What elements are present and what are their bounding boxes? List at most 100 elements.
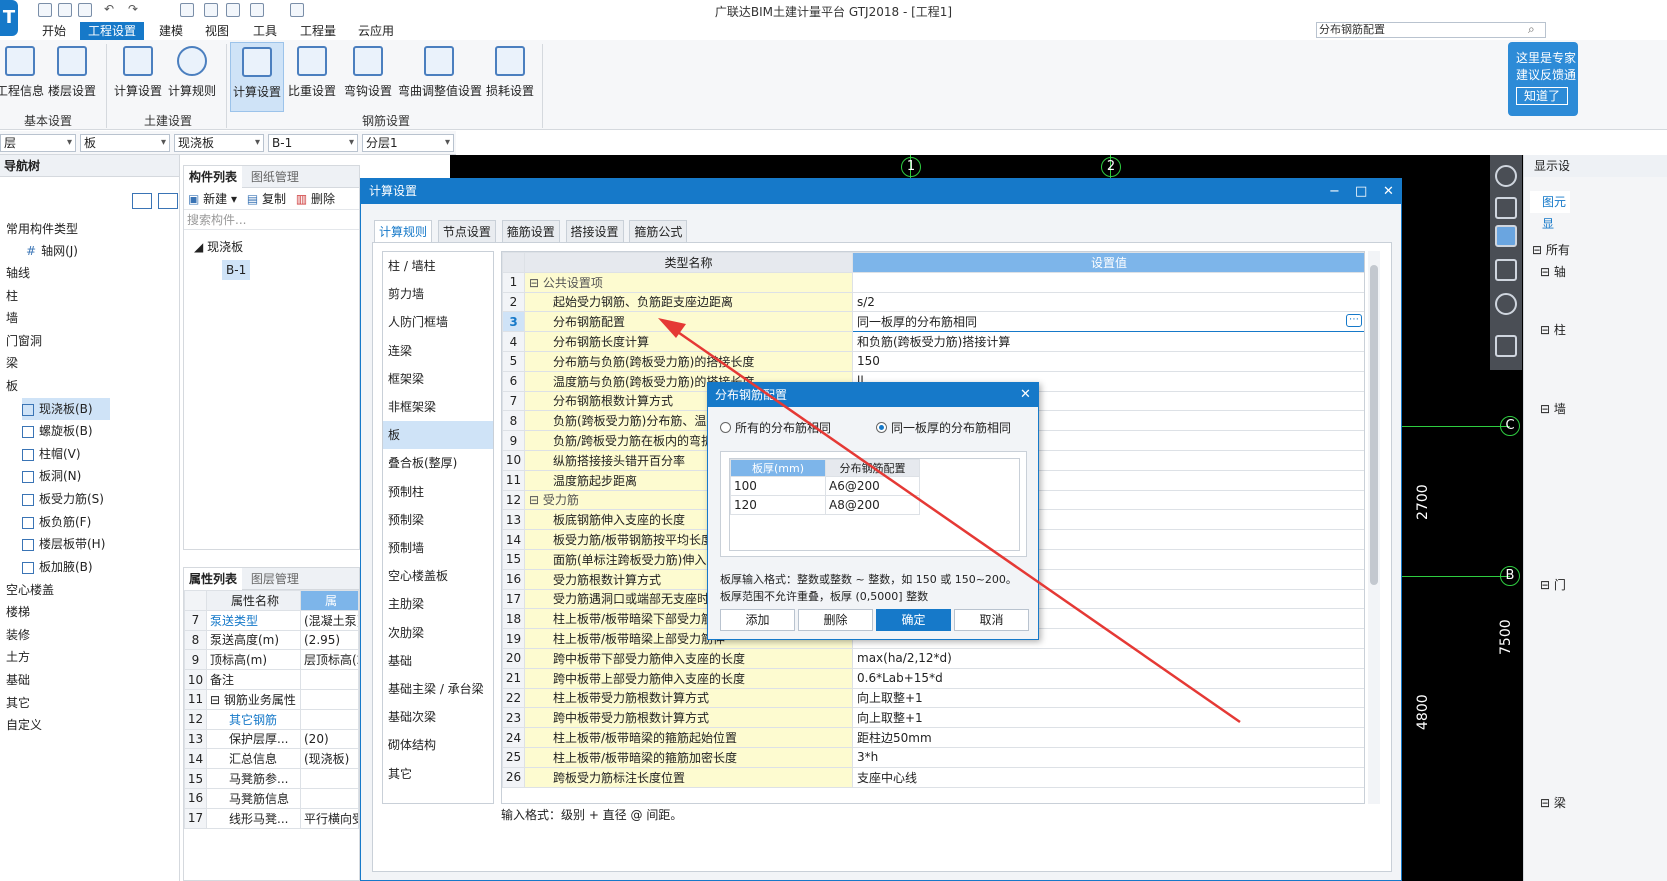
tab-calc-rules[interactable]: 计算规则 <box>374 220 433 242</box>
nav-item-custom[interactable]: 自定义 <box>6 714 42 736</box>
table-row[interactable]: 25 柱上板带/板带暗梁的箍筋加密长度 3*h <box>502 746 1364 768</box>
weight-settings-button[interactable]: 比重设置 <box>284 42 340 112</box>
setting-value[interactable]: 向上取整+1 <box>852 707 1364 729</box>
display-wall[interactable]: ⊟ 墙 <box>1540 400 1566 417</box>
collapse-icon[interactable]: ⊟ <box>529 276 543 290</box>
display-all[interactable]: ⊟ 所有 <box>1532 241 1570 258</box>
setting-value[interactable]: 支座中心线 <box>852 766 1364 788</box>
ellipsis-button[interactable]: ⋯ <box>1346 314 1362 328</box>
category-item[interactable]: 基础次梁 <box>383 703 493 731</box>
got-it-button[interactable]: 知道了 <box>1516 87 1569 105</box>
nav-item-stairs[interactable]: 楼梯 <box>6 601 30 623</box>
loss-settings-button[interactable]: 损耗设置 <box>482 42 538 112</box>
menu-start[interactable]: 开始 <box>42 22 66 40</box>
radio-same-thickness[interactable]: 同一板厚的分布筋相同 <box>876 419 1011 436</box>
category-item[interactable]: 基础 <box>383 647 493 675</box>
nav-item-column[interactable]: 柱 <box>6 285 18 307</box>
rotate-icon[interactable] <box>1495 293 1517 315</box>
menu-tools[interactable]: 工具 <box>253 22 277 40</box>
setting-value[interactable]: 0.6*Lab+15*d <box>852 667 1364 689</box>
tree-item-b1[interactable]: B-1 <box>222 260 250 280</box>
tree-root[interactable]: ◢ 现浇板 <box>194 238 243 255</box>
table-row[interactable]: 3 分布钢筋配置 同一板厚的分布筋相同 ⋯ <box>502 311 1364 333</box>
setting-value[interactable]: s/2 <box>852 291 1364 313</box>
minimize-icon[interactable]: − <box>1329 179 1340 204</box>
component-type-select[interactable]: 板 <box>80 134 170 152</box>
setting-value[interactable]: 3*h <box>852 746 1364 768</box>
display-beam[interactable]: ⊟ 梁 <box>1540 794 1566 811</box>
civil-calc-settings-button[interactable]: 计算设置 <box>108 42 168 112</box>
floor-settings-button[interactable]: 楼层设置 <box>42 42 102 112</box>
menu-modeling[interactable]: 建模 <box>159 22 183 40</box>
hook-settings-button[interactable]: 弯钩设置 <box>340 42 396 112</box>
close-icon[interactable]: ✕ <box>1383 179 1394 204</box>
setting-value[interactable]: 向上取整+1 <box>852 687 1364 709</box>
component-search-input[interactable]: 搜索构件... <box>184 210 359 230</box>
table-row[interactable]: 24 柱上板带/板带暗梁的箍筋起始位置 距柱边50mm <box>502 727 1364 748</box>
maximize-icon[interactable]: □ <box>1355 179 1367 204</box>
nav-item-slab-hole[interactable]: 板洞(N) <box>22 465 81 487</box>
tab-property-list[interactable]: 属性列表 <box>184 568 243 590</box>
nav-item-wall[interactable]: 墙 <box>6 307 18 329</box>
table-row[interactable]: 2 起始受力钢筋、负筋距支座边距离 s/2 <box>502 291 1364 313</box>
tab-stirrup-formula[interactable]: 箍筋公式 <box>629 220 688 242</box>
category-item[interactable]: 预制梁 <box>383 506 493 534</box>
tab-element-display[interactable]: 图元显 <box>1530 191 1570 231</box>
table-row[interactable]: 20 跨中板带下部受力筋伸入支座的长度 max(ha/2,12*d) <box>502 647 1364 669</box>
nav-item-opening[interactable]: 门窗洞 <box>6 330 42 352</box>
radio-all-same[interactable]: 所有的分布筋相同 <box>720 419 831 436</box>
nav-item-hollow-floor[interactable]: 空心楼盖 <box>6 579 54 601</box>
menu-cloud[interactable]: 云应用 <box>358 22 394 40</box>
new-button[interactable]: ▣ 新建 ▾ <box>188 192 237 206</box>
calc-rules-button[interactable]: 计算规则 <box>162 42 222 112</box>
table-row[interactable]: 23 跨中板带受力筋根数计算方式 向上取整+1 <box>502 707 1364 729</box>
menu-view[interactable]: 视图 <box>205 22 229 40</box>
category-item[interactable]: 主肋梁 <box>383 590 493 618</box>
nav-item-spiral-slab[interactable]: 螺旋板(B) <box>22 420 93 442</box>
table-row[interactable]: 5 分布筋与负筋(跨板受力筋)的搭接长度 150 <box>502 350 1364 372</box>
delete-row-button[interactable]: 删除 <box>798 609 873 631</box>
nav-item-earthwork[interactable]: 土方 <box>6 646 30 668</box>
category-item[interactable]: 框架梁 <box>383 365 493 393</box>
collapse-icon[interactable]: ⊟ <box>529 493 543 507</box>
table-row[interactable]: 26 跨板受力筋标注长度位置 支座中心线 <box>502 766 1364 788</box>
display-column[interactable]: ⊟ 柱 <box>1540 321 1566 338</box>
nav-item-neg-rebar[interactable]: 板负筋(F) <box>22 511 91 533</box>
category-item[interactable]: 基础主梁 / 承台梁 <box>383 675 493 703</box>
bend-adjust-button[interactable]: 弯曲调整值设置 <box>398 42 482 112</box>
tab-lap-settings[interactable]: 搭接设置 <box>565 220 624 242</box>
search-icon[interactable]: ⌕ <box>1528 22 1535 37</box>
table-row[interactable]: 4 分布钢筋长度计算 和负筋(跨板受力筋)搭接计算 <box>502 331 1364 352</box>
category-item[interactable]: 预制墙 <box>383 534 493 562</box>
tab-stirrup-settings[interactable]: 箍筋设置 <box>501 220 560 242</box>
display-grid[interactable]: ⊟ 轴 <box>1540 263 1566 280</box>
category-item[interactable]: 人防门框墙 <box>383 308 493 336</box>
menu-quantity[interactable]: 工程量 <box>300 22 336 40</box>
category-item-selected[interactable]: 板 <box>383 421 493 450</box>
category-item[interactable]: 次肋梁 <box>383 619 493 647</box>
tab-layer-manage[interactable]: 图层管理 <box>246 568 304 590</box>
category-item[interactable]: 剪力墙 <box>383 280 493 308</box>
setting-value[interactable] <box>852 271 1364 293</box>
cancel-button[interactable]: 取消 <box>954 609 1029 631</box>
setting-value[interactable]: 同一板厚的分布筋相同 ⋯ <box>852 311 1364 333</box>
category-item[interactable]: 连梁 <box>383 337 493 365</box>
tab-drawing-manage[interactable]: 图纸管理 <box>246 166 304 188</box>
3d-view-icon[interactable] <box>1495 197 1517 219</box>
grid-scrollbar[interactable] <box>1368 251 1380 804</box>
category-item[interactable]: 叠合板(整厚) <box>383 449 493 477</box>
setting-value[interactable]: 距柱边50mm <box>852 727 1364 748</box>
table-row[interactable]: 22 柱上板带受力筋根数计算方式 向上取整+1 <box>502 687 1364 709</box>
category-item[interactable]: 非框架梁 <box>383 393 493 421</box>
setting-value[interactable]: 150 <box>852 350 1364 372</box>
grid-view-icon[interactable] <box>158 193 178 209</box>
layout-icon[interactable] <box>1495 335 1517 357</box>
add-button[interactable]: 添加 <box>720 609 795 631</box>
nav-item-slab-rebar[interactable]: 板受力筋(S) <box>22 488 104 510</box>
table-row[interactable]: 21 跨中板带上部受力筋伸入支座的长度 0.6*Lab+15*d <box>502 667 1364 689</box>
table-row[interactable]: 1 ⊟ 公共设置项 <box>502 271 1364 293</box>
rebar-calc-settings-button[interactable]: 计算设置 <box>230 42 284 112</box>
nav-item-cast-slab[interactable]: 现浇板(B) <box>22 398 110 420</box>
category-item[interactable]: 空心楼盖板 <box>383 562 493 590</box>
layer-select[interactable]: 分层1 <box>362 134 454 152</box>
